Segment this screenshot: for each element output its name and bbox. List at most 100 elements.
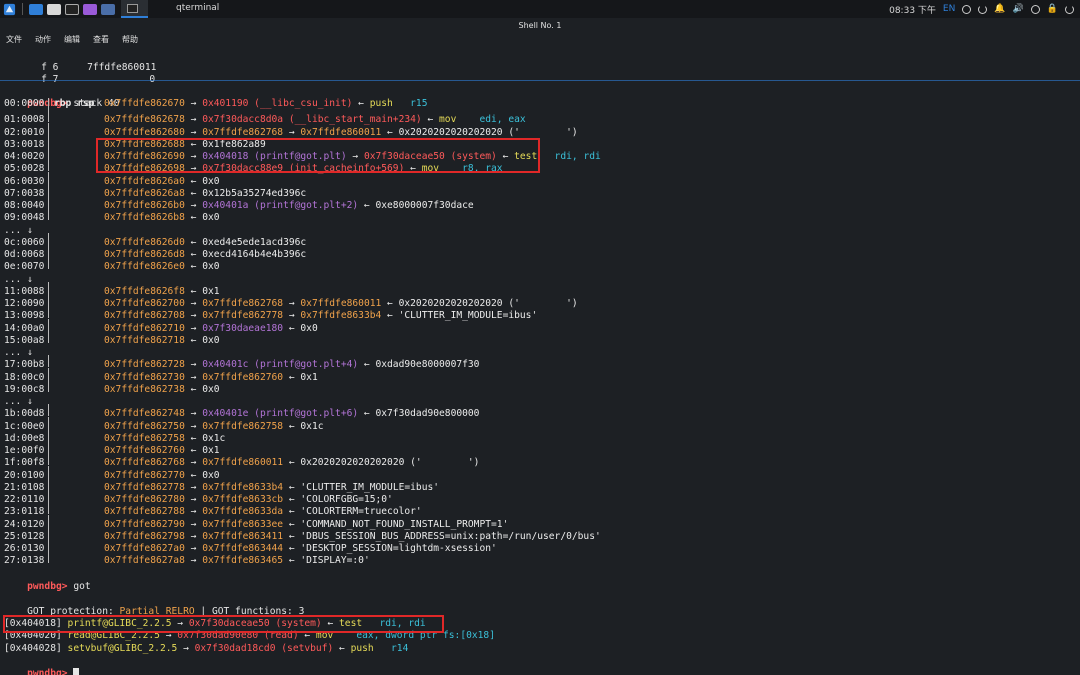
got-value-segment: ← (333, 642, 351, 654)
window-title: Shell No. 1 (0, 18, 1080, 33)
show-desktop-icon[interactable] (29, 3, 43, 15)
got-value-segment: push (350, 642, 374, 654)
highlight-box-stack (96, 138, 540, 173)
menu-bar: 文件 动作 编辑 查看 帮助 (0, 33, 1080, 47)
stack-row: 1b:00d8 0x7ffdfe862748 → 0x40401e (printf… (4, 404, 480, 420)
logout-icon[interactable] (1065, 4, 1074, 14)
stack-value-segment: ← 0x0 (283, 322, 318, 334)
panel-tray: 08:33 下午 EN 🔔 🔊 🔒 (889, 0, 1074, 18)
network-icon[interactable] (1030, 4, 1040, 14)
stack-value-segment: 0x7ffdfe863465 (202, 555, 284, 567)
browser-icon[interactable] (83, 3, 97, 15)
highlight-box-got (3, 615, 444, 633)
stack-row: 12:0090 0x7ffdfe862700 → 0x7ffdfe862768 →… (4, 294, 578, 309)
update-icon[interactable] (962, 4, 972, 14)
got-value-segment: r14 (373, 642, 409, 654)
prompt: pwndbg> (27, 581, 68, 592)
stack-value-segment: 0x401190 (__libc_csu_init) (202, 98, 353, 109)
stack-row: 17:00b8 0x7ffdfe862728 → 0x40401c (printf… (4, 355, 480, 371)
stack-row: 00:0000 rbp rsp 0x7ffdfe862670 → 0x401190 … (4, 98, 427, 110)
stack-row: 01:0008 0x7ffdfe862678 → 0x7f30dacc8d0a (… (4, 110, 526, 125)
stack-row: 0c:0060 0x7ffdfe8626d0 ← 0xed4e5ede1acd39… (4, 232, 306, 248)
stack-value-segment: → (283, 126, 301, 138)
lock-icon[interactable]: 🔒 (1047, 4, 1058, 14)
stack-row: 21:0108 0x7ffdfe862778 → 0x7ffdfe8633b4 ←… (4, 477, 439, 493)
stack-value-segment: 0x40401a (printf@got.plt+2) (202, 200, 359, 211)
stack-row: 1f:00f8 0x7ffdfe862768 → 0x7ffdfe860011 ←… (4, 453, 480, 469)
stack-row: 20:0100 0x7ffdfe862770 ← 0x0 (4, 465, 220, 481)
stack-value-segment: ← 0x2020202020202020 (' ') (283, 457, 480, 469)
taskbar-title[interactable]: qterminal (176, 3, 219, 13)
menu-help[interactable]: 帮助 (122, 33, 138, 47)
stack-row: 24:0120 0x7ffdfe862790 → 0x7ffdfe8633ee ←… (4, 514, 508, 530)
stack-row: 14:00a0 0x7ffdfe862710 → 0x7f30daeae180 ←… (4, 318, 318, 334)
stack-address: 0x7ffdfe862718 (104, 334, 185, 346)
menu-actions[interactable]: 动作 (35, 33, 51, 47)
stack-row: ... ↓ (4, 392, 104, 407)
stack-value-segment: ← 0x0 (184, 334, 220, 346)
stack-address: 0x7ffdfe862670 (104, 98, 185, 109)
stack-value-segment: rdi, rdi (537, 151, 601, 162)
stack-row: 27:0138 0x7ffdfe8627a8 → 0x7ffdfe863465 ←… (4, 551, 370, 567)
got-symbol: setvbuf@GLIBC_2.2.5 (67, 642, 178, 654)
clock[interactable]: 08:33 下午 (889, 3, 936, 16)
stack-row: 06:0030 0x7ffdfe8626a0 ← 0x0 (4, 171, 220, 187)
terminal-output[interactable]: f 67ffdfe860011 f 70 pwndbg> stack 40 00… (0, 48, 1080, 675)
command-text: got (73, 581, 91, 592)
stack-value-segment: r15 (392, 98, 428, 109)
stack-value-segment: ← 0x2020202020202020 (' ') (381, 126, 578, 138)
stack-address: 0x7ffdfe862738 (104, 383, 185, 395)
workspace-icon[interactable] (101, 3, 115, 15)
stack-value-segment: → (184, 98, 203, 109)
got-value-segment: → (177, 642, 195, 654)
kali-dragon-icon (3, 3, 15, 15)
got-slot: [0x404028] (4, 642, 62, 654)
stack-index: 00:0000 (4, 98, 45, 109)
stack-register-tag: rbp rsp (54, 98, 95, 109)
menu-edit[interactable]: 编辑 (64, 33, 80, 47)
stack-value-segment: ← 0xe8000007f30dace (358, 200, 474, 211)
stack-value-segment: ← (352, 98, 370, 109)
stack-value-segment: ← 0x1c (283, 420, 324, 432)
stack-value-segment: ← 0x7f30dad90e800000 (358, 408, 480, 420)
stack-row: ... ↓ (4, 221, 104, 236)
lang-indicator[interactable]: EN (943, 4, 955, 14)
stack-row: 15:00a8 0x7ffdfe862718 ← 0x0 (4, 330, 220, 346)
power-icon[interactable] (978, 4, 988, 14)
stack-row: 08:0040 0x7ffdfe8626b0 → 0x40401a (printf… (4, 196, 474, 211)
stack-row: 1c:00e0 0x7ffdfe862750 → 0x7ffdfe862758 ←… (4, 416, 324, 432)
got-row: [0x404028] setvbuf@GLIBC_2.2.5 → 0x7f30d… (4, 643, 408, 655)
volume-icon[interactable]: 🔊 (1013, 4, 1024, 14)
system-panel: qterminal 08:33 下午 EN 🔔 🔊 🔒 (0, 0, 1080, 18)
panel-separator (22, 3, 23, 15)
stack-row: 19:00c8 0x7ffdfe862738 ← 0x0 (4, 379, 220, 395)
taskbar-qterminal[interactable] (121, 0, 148, 18)
stack-value-segment: ← 0x1 (283, 371, 318, 383)
menu-file[interactable]: 文件 (6, 33, 22, 47)
stack-value-segment: ← 0x0 (184, 383, 220, 395)
prompt-line-current: pwndbg> (4, 656, 80, 675)
qterminal-icon (127, 3, 138, 13)
register-line: f 6 7ffdfe860011 (41, 62, 157, 73)
text-cursor[interactable] (73, 668, 80, 675)
stack-index: 27:0138 (4, 555, 45, 567)
stack-row: 11:0088 0x7ffdfe8626f8 ← 0x1 (4, 281, 220, 297)
stack-row: 18:00c0 0x7ffdfe862730 → 0x7ffdfe862760 ←… (4, 367, 318, 383)
stack-value-segment: ← 'DISPLAY=:0' (283, 555, 370, 567)
prompt-line-stack: pwndbg> stack 40 (4, 86, 119, 109)
menu-view[interactable]: 查看 (93, 33, 109, 47)
stack-row: 09:0048 0x7ffdfe8626b8 ← 0x0 (4, 208, 220, 224)
stack-value-segment: → (184, 555, 203, 567)
stack-row: 02:0010 0x7ffdfe862680 → 0x7ffdfe862768 →… (4, 122, 578, 138)
file-manager-icon[interactable] (47, 3, 61, 15)
terminal-launcher-icon[interactable] (65, 3, 79, 15)
stack-row: ... ↓ (4, 270, 104, 285)
stack-value-segment: ← 'CLUTTER_IM_MODULE=ibus' (381, 310, 538, 322)
app-launcher-button[interactable] (0, 0, 18, 18)
notification-bell-icon[interactable]: 🔔 (994, 4, 1005, 14)
stack-value-segment: ← 0x0 (184, 212, 220, 224)
stack-row: 26:0130 0x7ffdfe8627a0 → 0x7ffdfe863444 ←… (4, 539, 497, 554)
section-divider (0, 80, 1080, 81)
stack-value-segment: ← 0xdad90e8000007f30 (358, 359, 480, 371)
stack-row: ... ↓ (4, 343, 104, 358)
